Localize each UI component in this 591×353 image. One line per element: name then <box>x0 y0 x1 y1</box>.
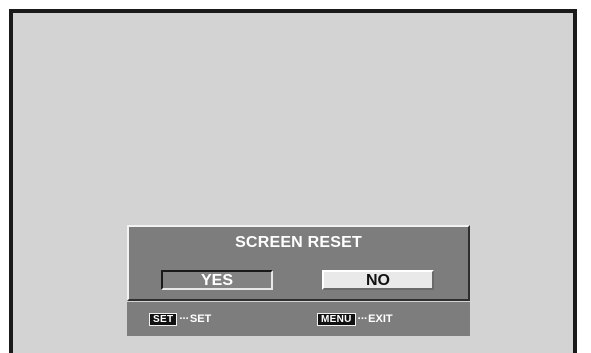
dialog-panel: SCREEN RESET YES NO <box>127 225 470 301</box>
set-hint: SET ··· SET <box>149 312 212 326</box>
separator-dots: ··· <box>357 313 368 325</box>
screen-reset-dialog: SCREEN RESET YES NO SET ··· SET MENU ···… <box>127 225 470 337</box>
menu-hint: MENU ··· EXIT <box>317 312 393 326</box>
menu-key-badge: MENU <box>317 312 356 326</box>
set-key-badge: SET <box>149 312 178 326</box>
set-action-label: SET <box>189 313 212 325</box>
no-option[interactable]: NO <box>322 270 434 290</box>
dialog-footer: SET ··· SET MENU ··· EXIT <box>127 302 470 336</box>
tv-screen: SCREEN RESET YES NO SET ··· SET MENU ···… <box>9 9 577 353</box>
yes-option[interactable]: YES <box>161 270 273 290</box>
exit-action-label: EXIT <box>368 313 393 325</box>
separator-dots: ··· <box>179 313 189 325</box>
dialog-title: SCREEN RESET <box>235 234 362 251</box>
